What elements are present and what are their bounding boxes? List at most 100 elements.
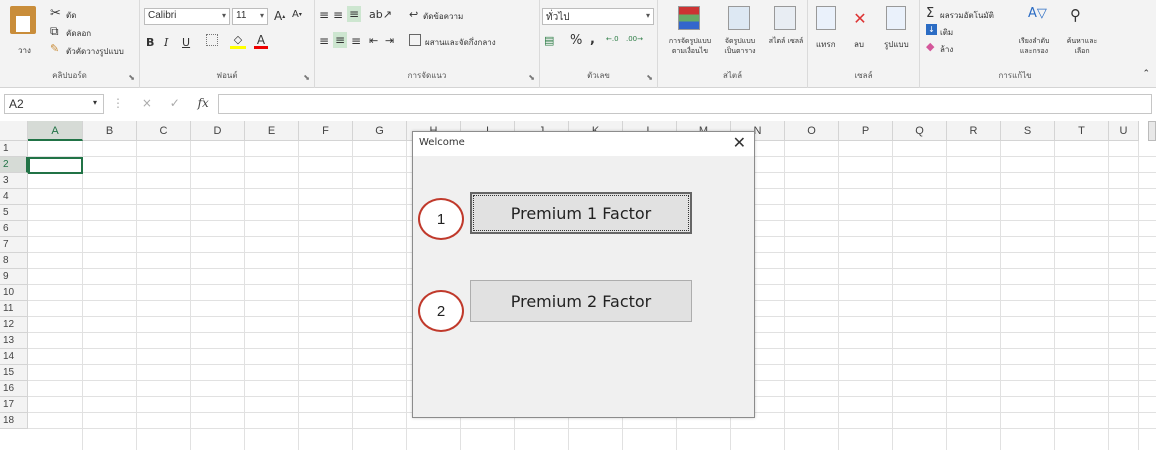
format-as-table-icon[interactable] xyxy=(728,6,750,30)
column-header-s[interactable]: S xyxy=(1001,121,1055,141)
column-header-b[interactable]: B xyxy=(83,121,137,141)
align-left-icon[interactable]: ≡ xyxy=(319,34,329,48)
delete-cells-button[interactable]: ลบ xyxy=(854,38,864,51)
sort-filter-button[interactable]: เรียงลำดับ และกรอง xyxy=(1012,36,1056,56)
paste-button[interactable]: วาง xyxy=(18,44,31,57)
underline-button[interactable]: U xyxy=(182,36,190,49)
font-launcher-icon[interactable]: ⬊ xyxy=(303,73,310,82)
find-select-button[interactable]: ค้นหาและ เลือก xyxy=(1060,36,1104,56)
shrink-font-icon[interactable]: A ▾ xyxy=(292,9,302,20)
formula-input[interactable] xyxy=(218,94,1152,114)
row-header-12[interactable]: 12 xyxy=(0,317,28,333)
column-header-d[interactable]: D xyxy=(191,121,245,141)
fill-button[interactable]: เติม xyxy=(940,26,953,39)
row-header-15[interactable]: 15 xyxy=(0,365,28,381)
column-header-q[interactable]: Q xyxy=(893,121,947,141)
column-header-f[interactable]: F xyxy=(299,121,353,141)
align-center-icon[interactable]: ≡ xyxy=(333,32,347,48)
premium-1-factor-button[interactable]: Premium 1 Factor xyxy=(470,192,692,234)
bold-button[interactable]: B xyxy=(146,36,154,49)
font-size-select[interactable]: 11 ▾ xyxy=(232,8,268,25)
clear-icon[interactable]: ◆ xyxy=(926,40,934,53)
copy-button[interactable]: คัดลอก xyxy=(66,27,91,40)
row-header-3[interactable]: 3 xyxy=(0,173,28,189)
select-all-corner[interactable] xyxy=(0,121,28,141)
column-header-u[interactable]: U xyxy=(1109,121,1139,141)
grow-font-icon[interactable]: A ▴ xyxy=(274,9,285,23)
column-header-a[interactable]: A xyxy=(28,121,83,141)
column-header-o[interactable]: O xyxy=(785,121,839,141)
row-header-1[interactable]: 1 xyxy=(0,141,28,157)
collapse-ribbon-icon[interactable]: ⌃ xyxy=(1142,69,1150,79)
clear-button[interactable]: ล้าง xyxy=(940,43,953,56)
sort-filter-icon[interactable]: A▽ xyxy=(1028,6,1047,21)
cut-button[interactable]: ตัด xyxy=(66,9,76,22)
cut-icon[interactable]: ✂ xyxy=(50,6,61,21)
align-bottom-icon[interactable]: ≡ xyxy=(347,6,361,22)
format-cells-icon[interactable] xyxy=(886,6,906,30)
autosum-icon[interactable]: Σ xyxy=(926,6,934,21)
column-header-p[interactable]: P xyxy=(839,121,893,141)
column-header-c[interactable]: C xyxy=(137,121,191,141)
enter-icon[interactable]: ✓ xyxy=(170,96,180,110)
insert-cells-icon[interactable] xyxy=(816,6,836,30)
column-header-g[interactable]: G xyxy=(353,121,407,141)
row-header-4[interactable]: 4 xyxy=(0,189,28,205)
font-name-select[interactable]: Calibri ▾ xyxy=(144,8,230,25)
row-header-10[interactable]: 10 xyxy=(0,285,28,301)
number-launcher-icon[interactable]: ⬊ xyxy=(646,73,653,82)
cell-styles-button[interactable]: สไตล์ เซลล์ xyxy=(768,36,804,46)
cancel-icon[interactable]: × xyxy=(142,96,152,110)
wrap-text-button[interactable]: ตัดข้อความ xyxy=(423,10,463,23)
name-box[interactable]: A2 ▾ xyxy=(4,94,104,114)
increase-decimal-icon[interactable]: ←.0 xyxy=(606,35,619,43)
row-header-17[interactable]: 17 xyxy=(0,397,28,413)
alignment-launcher-icon[interactable]: ⬊ xyxy=(528,73,535,82)
conditional-formatting-icon[interactable] xyxy=(678,6,700,30)
row-header-8[interactable]: 8 xyxy=(0,253,28,269)
format-painter-icon[interactable]: ✎ xyxy=(50,42,59,55)
column-header-t[interactable]: T xyxy=(1055,121,1109,141)
increase-indent-icon[interactable]: ⇥ xyxy=(385,34,394,47)
row-header-18[interactable]: 18 xyxy=(0,413,28,429)
row-header-9[interactable]: 9 xyxy=(0,269,28,285)
clipboard-launcher-icon[interactable]: ⬊ xyxy=(128,73,135,82)
delete-cells-icon[interactable]: ✕ xyxy=(850,6,870,30)
merge-center-icon[interactable] xyxy=(409,34,421,46)
italic-button[interactable]: I xyxy=(164,36,168,49)
format-cells-button[interactable]: รูปแบบ xyxy=(884,38,909,51)
font-color-icon[interactable]: A xyxy=(254,33,268,49)
paste-icon[interactable] xyxy=(10,6,36,34)
conditional-formatting-button[interactable]: การจัดรูปแบบ ตามเงื่อนไข xyxy=(662,36,718,56)
merge-center-button[interactable]: ผสานและจัดกึ่งกลาง xyxy=(425,36,496,49)
percent-button[interactable]: % xyxy=(570,33,582,48)
decrease-indent-icon[interactable]: ⇤ xyxy=(369,34,378,47)
row-header-13[interactable]: 13 xyxy=(0,333,28,349)
align-top-icon[interactable]: ≡ xyxy=(319,8,329,22)
selected-cell[interactable] xyxy=(28,157,83,174)
function-icon[interactable]: fx xyxy=(198,96,209,110)
orientation-icon[interactable]: ab↗ xyxy=(369,8,392,21)
column-header-e[interactable]: E xyxy=(245,121,299,141)
autosum-button[interactable]: ผลรวมอัตโนมัติ xyxy=(940,9,994,22)
format-painter-button[interactable]: ตัวคัดวางรูปแบบ xyxy=(66,45,124,58)
copy-icon[interactable]: ⧉ xyxy=(50,24,59,39)
row-header-7[interactable]: 7 xyxy=(0,237,28,253)
row-header-16[interactable]: 16 xyxy=(0,381,28,397)
cell-styles-icon[interactable] xyxy=(774,6,796,30)
decrease-decimal-icon[interactable]: .00→ xyxy=(626,35,643,43)
row-header-14[interactable]: 14 xyxy=(0,349,28,365)
align-right-icon[interactable]: ≡ xyxy=(351,34,361,48)
fill-color-icon[interactable]: ◇ xyxy=(230,33,246,49)
format-as-table-button[interactable]: จัดรูปแบบ เป็นตาราง xyxy=(718,36,762,56)
close-icon[interactable]: ✕ xyxy=(733,133,746,152)
fill-icon[interactable]: ↓ xyxy=(926,24,937,35)
align-middle-icon[interactable]: ≡ xyxy=(333,8,343,22)
borders-icon[interactable] xyxy=(206,34,218,46)
find-select-icon[interactable]: ⚲ xyxy=(1070,6,1081,24)
number-format-select[interactable]: ทั่วไป ▾ xyxy=(542,8,654,25)
row-header-11[interactable]: 11 xyxy=(0,301,28,317)
comma-button[interactable]: , xyxy=(590,32,595,47)
insert-cells-button[interactable]: แทรก xyxy=(816,38,836,51)
row-header-6[interactable]: 6 xyxy=(0,221,28,237)
